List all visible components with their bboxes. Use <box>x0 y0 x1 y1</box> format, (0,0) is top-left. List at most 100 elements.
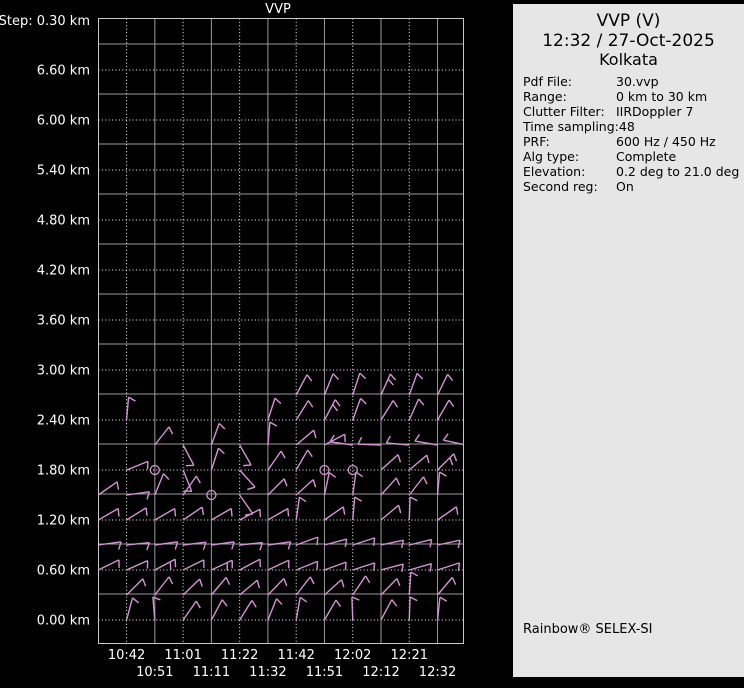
wind-barb-tick <box>458 563 459 571</box>
axis-label: 12:32 <box>419 665 456 680</box>
wind-barb-tick <box>343 507 344 515</box>
axis-label: 1.20 km <box>37 514 90 529</box>
wind-barb-tick <box>342 580 344 588</box>
axis-label: 5.40 km <box>37 164 90 179</box>
wind-barb-staff <box>381 564 403 570</box>
wind-barb-tick <box>143 579 146 587</box>
wind-barb-staff <box>438 577 453 595</box>
wind-barb-tick <box>430 539 432 547</box>
wind-barb-tick <box>352 597 359 600</box>
wind-barb-tick <box>333 374 338 380</box>
wind-barb-tick <box>329 473 335 478</box>
axis-label: 12:21 <box>391 648 428 663</box>
wind-barb-tick <box>374 538 375 546</box>
axis-label: 0.60 km <box>37 564 90 579</box>
wind-barb-staff <box>268 398 275 420</box>
grid-layer <box>99 19 464 644</box>
wind-barb-staff <box>98 560 119 570</box>
axis-label: 1.80 km <box>37 464 90 479</box>
wind-barb-staff <box>211 509 231 521</box>
field-label: PRF: <box>523 134 616 149</box>
wind-barb-tick <box>317 537 318 545</box>
wind-barb-staff <box>268 509 288 521</box>
wind-barb-staff <box>127 579 143 595</box>
wind-barb-tick <box>281 451 285 458</box>
wind-barb-tick <box>119 542 121 550</box>
wind-barb-tick <box>396 478 399 485</box>
wind-barb-tick <box>203 542 205 550</box>
wind-barb-tick <box>345 539 346 547</box>
vvp-chart: VVPStep: 0.30 km6.60 km6.00 km5.40 km4.8… <box>0 0 510 688</box>
wind-barb-staff <box>358 444 381 445</box>
wind-barb-tick <box>175 542 177 550</box>
wind-barb-staff <box>211 542 234 545</box>
wind-barb-tick <box>288 509 289 517</box>
wind-barb-staff <box>438 507 457 520</box>
wind-barb-tick <box>454 454 457 462</box>
wind-barb-staff <box>381 578 397 595</box>
axis-label: 2.40 km <box>37 414 90 429</box>
wind-barb-staff <box>211 560 232 570</box>
wind-barb-tick <box>470 472 477 477</box>
axis-label: 12:12 <box>362 665 399 680</box>
wind-barb-tick <box>247 487 255 489</box>
wind-barb-tick <box>284 578 287 585</box>
wind-barb-staff <box>353 472 356 495</box>
wind-barb-staff <box>240 445 252 465</box>
wind-barb-tick <box>118 509 119 517</box>
wind-barb-tick <box>133 598 139 603</box>
field-label: Second reg: <box>523 179 616 194</box>
wind-barb-staff <box>324 580 341 595</box>
field-label: Alg type: <box>523 149 616 164</box>
wind-barb-tick <box>415 434 420 441</box>
wind-barb-staff <box>240 559 260 570</box>
wind-barb-tick <box>388 379 393 385</box>
wind-barb-tick <box>300 597 307 602</box>
wind-barb-tick <box>355 497 362 501</box>
wind-barb-staff <box>296 480 313 495</box>
wind-barb-staff <box>409 455 427 470</box>
axis-label: VVP <box>265 2 291 17</box>
axis-label: 0.00 km <box>37 614 90 629</box>
wind-barb-layer <box>98 373 488 620</box>
wind-barb-staff <box>155 509 175 521</box>
axis-label: 11:51 <box>306 665 343 680</box>
wind-barb-staff <box>324 507 343 520</box>
wind-barb-tick <box>314 430 316 438</box>
wind-barb-staff <box>409 373 417 395</box>
wind-barb-staff <box>324 400 335 420</box>
wind-barb-tick <box>222 600 227 606</box>
wind-barb-tick <box>310 577 314 584</box>
wind-barb-staff <box>296 375 307 395</box>
wind-barb-staff <box>409 477 423 495</box>
wind-barb-staff <box>381 455 398 470</box>
wind-barb-tick <box>443 434 448 440</box>
axis-label: 11:01 <box>164 648 201 663</box>
wind-barb-tick <box>163 474 168 480</box>
wind-barb-tick <box>313 480 315 488</box>
wind-barb-staff <box>466 539 488 545</box>
axis-label: 3.00 km <box>37 364 90 379</box>
wind-barb-tick <box>440 472 447 476</box>
wind-barb-staff <box>183 445 194 465</box>
wind-barb-tick <box>226 577 229 584</box>
wind-barb-tick <box>169 427 173 434</box>
wind-barb-staff <box>268 578 284 595</box>
wind-barb-tick <box>427 455 429 463</box>
calm-circle <box>348 466 357 475</box>
field-value: 0.2 deg to 21.0 deg <box>616 164 739 179</box>
wind-barb-tick <box>477 375 482 381</box>
field-time-sampling: Time sampling: 48 <box>523 119 744 134</box>
wind-barb-staff <box>127 561 148 570</box>
wind-barb-tick <box>452 577 455 584</box>
wind-barb-staff <box>381 400 393 420</box>
field-prf: PRF: 600 Hz / 450 Hz <box>523 134 744 149</box>
field-second-reg: Second reg: On <box>523 179 744 194</box>
wind-barb-staff <box>211 577 226 595</box>
wind-barb-tick <box>402 564 403 572</box>
wind-barb-staff <box>127 461 148 470</box>
axis-label: 11:22 <box>221 648 258 663</box>
wind-barb-tick <box>390 374 395 380</box>
wind-barb-tick <box>423 477 427 484</box>
wind-barb-staff <box>183 579 200 595</box>
